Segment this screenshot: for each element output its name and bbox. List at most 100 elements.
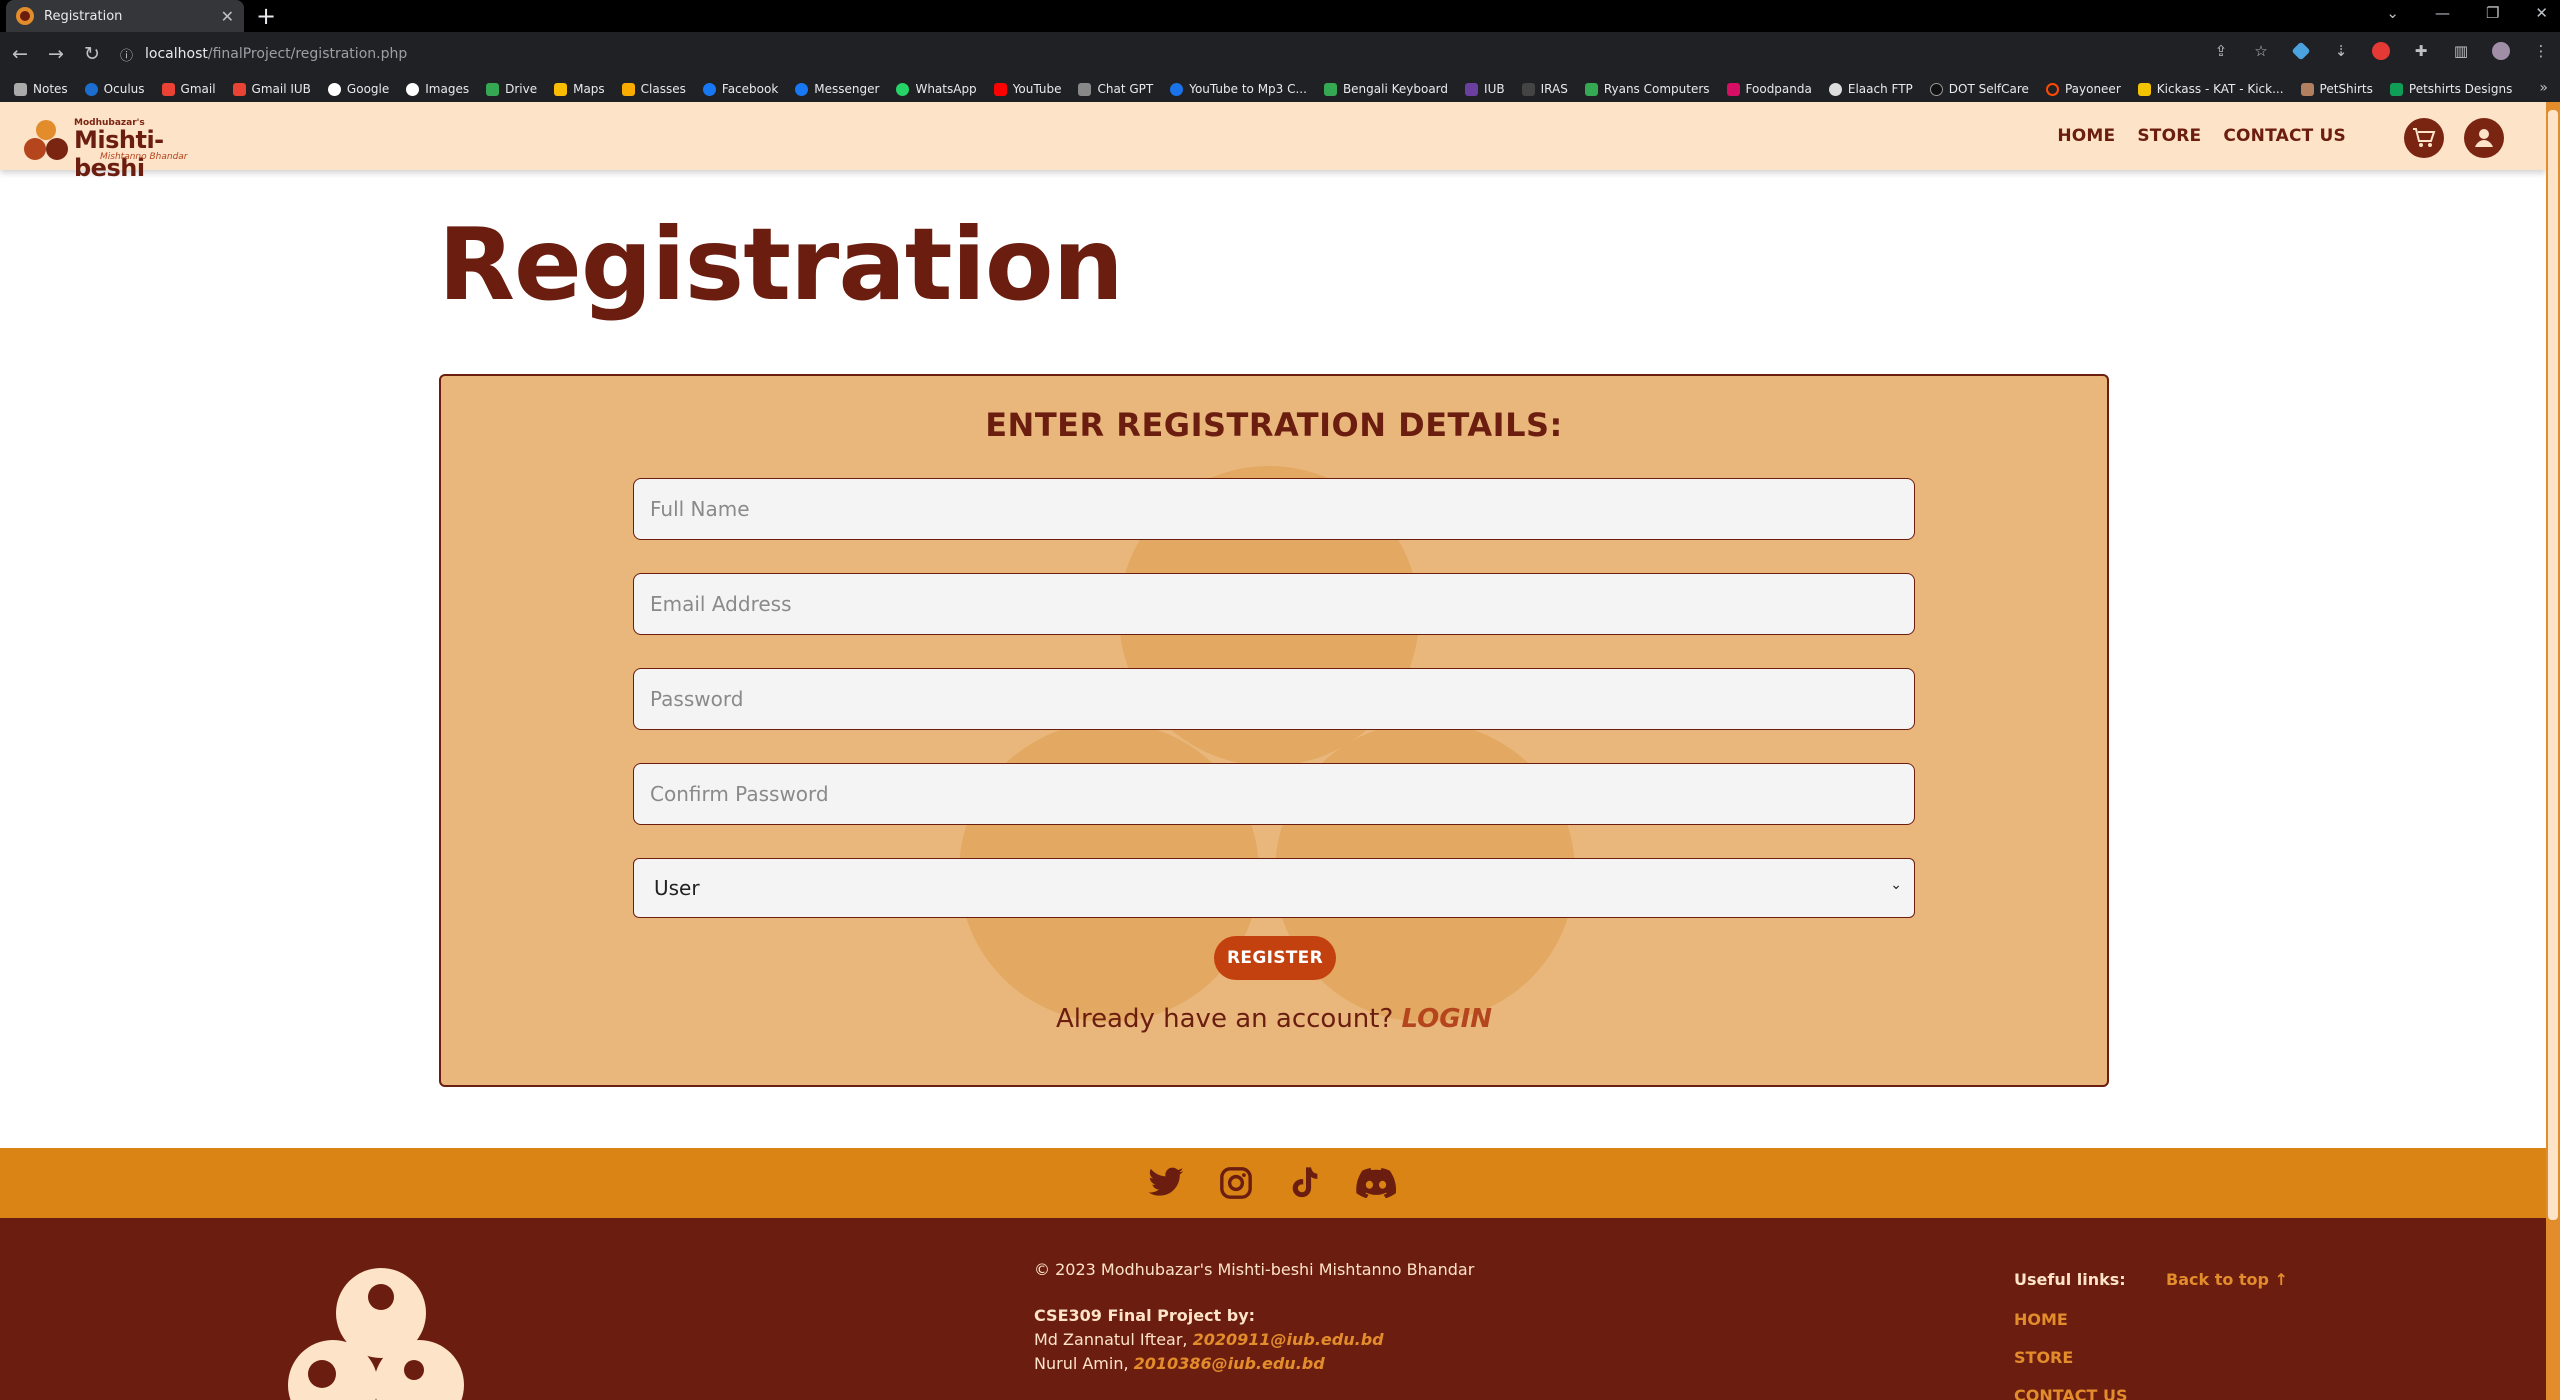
- login-prompt-text: Already have an account?: [1055, 1004, 1394, 1034]
- email-input[interactable]: [633, 573, 1915, 635]
- whatsapp-icon: [896, 82, 910, 96]
- address-bar[interactable]: ⓘ localhost /finalProject/registration.p…: [110, 38, 2330, 70]
- restore-icon[interactable]: ❐: [2486, 4, 2499, 22]
- browser-toolbar: ← → ↻ ⓘ localhost /finalProject/registra…: [0, 32, 2560, 76]
- sheets-icon: [2389, 82, 2403, 96]
- bookmark-item[interactable]: Kickass - KAT - Kick...: [2137, 82, 2284, 96]
- instagram-icon[interactable]: [1216, 1164, 1256, 1202]
- page-scrollbar[interactable]: [2546, 102, 2560, 1400]
- bookmark-item[interactable]: Oculus: [84, 82, 145, 96]
- footer-contact-link[interactable]: CONTACT US: [2014, 1386, 2128, 1400]
- bookmark-item[interactable]: IRAS: [1521, 82, 1568, 96]
- social-icons: [1146, 1164, 1396, 1202]
- bookmark-item[interactable]: Payoneer: [2045, 82, 2121, 96]
- messenger-icon: [795, 82, 809, 96]
- bookmark-item[interactable]: Classes: [621, 82, 686, 96]
- close-icon[interactable]: ✕: [221, 7, 234, 26]
- selfcare-icon: [1929, 82, 1943, 96]
- nav-store-link[interactable]: STORE: [2137, 126, 2201, 146]
- minimize-icon[interactable]: —: [2435, 4, 2450, 22]
- bookmark-star-icon[interactable]: ☆: [2252, 42, 2270, 60]
- url-path: /finalProject/registration.php: [207, 46, 408, 62]
- bookmark-item[interactable]: Petshirts Designs: [2389, 82, 2512, 96]
- close-window-icon[interactable]: ✕: [2535, 4, 2548, 22]
- iub-icon: [1465, 82, 1479, 96]
- extension-icon[interactable]: [2291, 41, 2311, 61]
- bookmark-item[interactable]: Facebook: [702, 82, 778, 96]
- site-navbar: Modhubazar's Mishti-beshi Mishtanno Bhan…: [0, 102, 2546, 182]
- more-bookmarks-icon[interactable]: »: [2539, 80, 2548, 96]
- login-prompt-line: Already have an account? LOGIN: [441, 1004, 2107, 1034]
- bookmark-item[interactable]: Elaach FTP: [1828, 82, 1913, 96]
- discord-icon[interactable]: [1356, 1164, 1396, 1202]
- twitter-icon[interactable]: [1146, 1164, 1186, 1202]
- author-line: Md Zannatul Iftear, 2020911@iub.edu.bd: [1034, 1328, 1474, 1352]
- bookmark-item[interactable]: YouTube to Mp3 C...: [1170, 82, 1307, 96]
- ryans-icon: [1584, 82, 1598, 96]
- bookmark-item[interactable]: Foodpanda: [1726, 82, 1812, 96]
- bookmark-item[interactable]: Drive: [486, 82, 537, 96]
- bookmark-item[interactable]: DOT SelfCare: [1929, 82, 2029, 96]
- account-button[interactable]: [2464, 118, 2504, 158]
- author-email-link[interactable]: 2010386@iub.edu.bd: [1134, 1354, 1325, 1373]
- payoneer-icon: [2045, 82, 2059, 96]
- petshirts-icon: [2300, 82, 2314, 96]
- tiktok-icon[interactable]: [1286, 1164, 1326, 1202]
- bookmark-item[interactable]: WhatsApp: [896, 82, 977, 96]
- password-input[interactable]: [633, 668, 1915, 730]
- iras-icon: [1521, 82, 1535, 96]
- browser-tabstrip: Registration ✕ + ⌄ — ❐ ✕: [0, 0, 2560, 32]
- extension-red-icon[interactable]: [2372, 42, 2390, 60]
- bookmark-item[interactable]: PetShirts: [2300, 82, 2373, 96]
- full-name-input[interactable]: [633, 478, 1915, 540]
- extensions-puzzle-icon[interactable]: ✚: [2412, 42, 2430, 60]
- role-select[interactable]: User ⌄: [633, 858, 1915, 918]
- footer-home-link[interactable]: HOME: [2014, 1310, 2068, 1329]
- bookmark-item[interactable]: Gmail: [161, 82, 216, 96]
- site-footer: © 2023 Modhubazar's Mishti-beshi Mishtan…: [0, 1218, 2546, 1400]
- back-icon[interactable]: ←: [4, 43, 36, 65]
- menu-kebab-icon[interactable]: ⋮: [2532, 42, 2550, 60]
- new-tab-button[interactable]: +: [256, 2, 276, 30]
- maps-icon: [554, 82, 568, 96]
- bookmark-item[interactable]: YouTube: [993, 82, 1061, 96]
- footer-store-link[interactable]: STORE: [2014, 1348, 2073, 1367]
- share-icon[interactable]: ⇪: [2212, 42, 2230, 60]
- register-button[interactable]: REGISTER: [1214, 936, 1336, 980]
- classroom-icon: [621, 82, 635, 96]
- nav-contact-link[interactable]: CONTACT US: [2223, 126, 2346, 146]
- role-select-value: User: [654, 876, 700, 900]
- bookmark-item[interactable]: Gmail IUB: [232, 82, 311, 96]
- facebook-icon: [702, 82, 716, 96]
- author-name: Md Zannatul Iftear,: [1034, 1330, 1188, 1349]
- author-email-link[interactable]: 2020911@iub.edu.bd: [1193, 1330, 1384, 1349]
- cart-button[interactable]: [2404, 118, 2444, 158]
- bookmark-item[interactable]: Ryans Computers: [1584, 82, 1710, 96]
- bookmark-item[interactable]: Chat GPT: [1078, 82, 1153, 96]
- bookmark-item[interactable]: Notes: [14, 82, 68, 96]
- site-logo[interactable]: Modhubazar's Mishti-beshi Mishtanno Bhan…: [22, 118, 222, 182]
- profile-avatar-icon[interactable]: [2492, 42, 2510, 60]
- bookmark-item[interactable]: Messenger: [795, 82, 879, 96]
- bookmark-item[interactable]: Google: [327, 82, 389, 96]
- bookmark-item[interactable]: Maps: [554, 82, 605, 96]
- bookmark-item[interactable]: Bengali Keyboard: [1323, 82, 1448, 96]
- reload-icon[interactable]: ↻: [76, 43, 108, 65]
- social-bar: [0, 1148, 2546, 1218]
- confirm-password-input[interactable]: [633, 763, 1915, 825]
- registration-card: ENTER REGISTRATION DETAILS: User ⌄ REGIS…: [439, 374, 2109, 1087]
- bookmark-item[interactable]: Images: [406, 82, 469, 96]
- forward-icon[interactable]: →: [40, 43, 72, 65]
- useful-links-label: Useful links:: [2014, 1270, 2126, 1289]
- tab-search-icon[interactable]: ⌄: [2386, 4, 2399, 22]
- login-link[interactable]: LOGIN: [1402, 1004, 1493, 1034]
- bookmark-item[interactable]: IUB: [1465, 82, 1505, 96]
- site-info-icon[interactable]: ⓘ: [120, 45, 133, 64]
- bookmarks-bar: Notes Oculus Gmail Gmail IUB Google Imag…: [0, 76, 2560, 102]
- extension-download-icon[interactable]: ⇣: [2332, 42, 2350, 60]
- back-to-top-link[interactable]: Back to top ↑: [2166, 1270, 2288, 1289]
- side-panel-icon[interactable]: ▥: [2452, 42, 2470, 60]
- browser-tab[interactable]: Registration ✕: [6, 0, 244, 32]
- nav-home-link[interactable]: HOME: [2057, 126, 2115, 146]
- scrollbar-thumb[interactable]: [2548, 110, 2558, 1220]
